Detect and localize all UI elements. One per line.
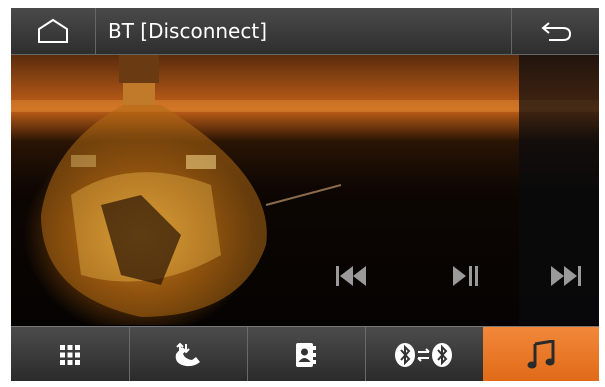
album-art xyxy=(11,55,599,325)
play-pause-icon xyxy=(453,266,478,286)
tab-contacts[interactable] xyxy=(247,327,366,381)
title-bar: BT [Disconnect] xyxy=(11,8,599,55)
tab-dialpad[interactable] xyxy=(11,327,130,381)
play-pause-button[interactable] xyxy=(441,255,491,297)
contacts-icon xyxy=(296,342,316,367)
previous-track-icon xyxy=(336,266,366,286)
page-title: BT [Disconnect] xyxy=(108,19,268,43)
back-arrow-icon xyxy=(540,22,571,41)
dialpad-icon xyxy=(60,344,80,365)
tab-music[interactable] xyxy=(483,327,599,381)
light-bulb-image xyxy=(11,55,599,317)
call-log-icon xyxy=(175,342,200,366)
bluetooth-connect-icon xyxy=(395,342,452,367)
bt-music-screen: BT [Disconnect] xyxy=(11,8,599,381)
home-icon xyxy=(38,18,68,43)
tab-bluetooth-connect[interactable] xyxy=(365,327,484,381)
bottom-nav xyxy=(11,326,599,381)
next-track-icon xyxy=(551,266,581,286)
home-button[interactable] xyxy=(11,8,96,54)
back-button[interactable] xyxy=(511,8,599,54)
tab-call-log[interactable] xyxy=(129,327,248,381)
music-note-icon xyxy=(527,339,555,368)
next-track-button[interactable] xyxy=(541,255,591,297)
previous-track-button[interactable] xyxy=(326,255,376,297)
